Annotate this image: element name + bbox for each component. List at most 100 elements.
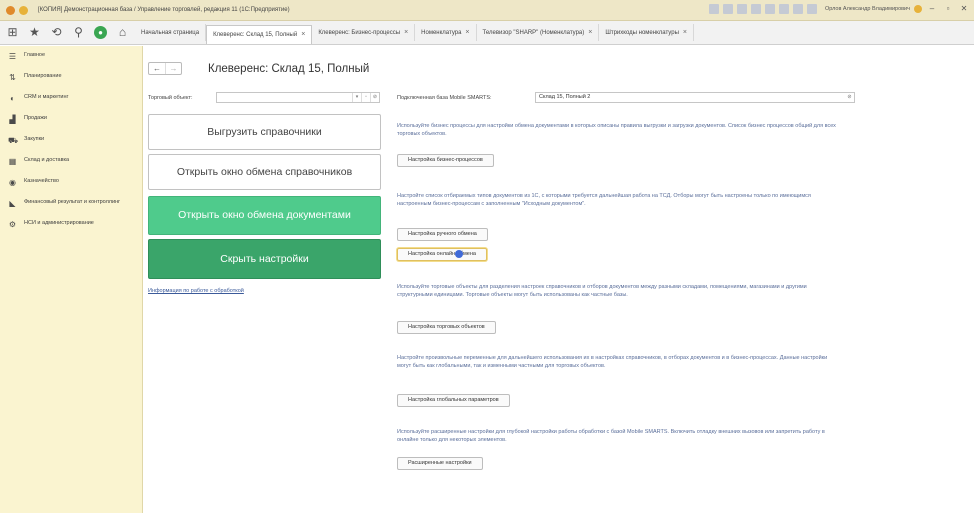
app-logo-icon[interactable] xyxy=(6,5,15,15)
apps-grid-icon[interactable]: ⊞ xyxy=(6,26,19,39)
section-description: Настройте произвольные переменные для да… xyxy=(397,355,828,369)
sidebar-item-sales[interactable]: ▟ Продажи xyxy=(0,109,142,130)
nav-buttons: ← → xyxy=(148,62,182,75)
sidebar-item-label: Казначейство xyxy=(24,178,59,184)
business-process-settings-button[interactable]: Настройка бизнес-процессов xyxy=(397,154,494,167)
forward-arrow-icon[interactable]: → xyxy=(165,63,181,74)
mouse-cursor-icon xyxy=(455,250,463,258)
button-label: Открыть окно обмена справочников xyxy=(176,165,353,178)
sidebar-item-label: Склад и доставка xyxy=(24,157,70,163)
toolbar-icon[interactable] xyxy=(806,4,817,14)
toolbar-icon[interactable] xyxy=(778,4,789,14)
section-description: Настройте список отбираемых типов докуме… xyxy=(397,193,811,207)
sidebar-item-label: Продажи xyxy=(24,115,47,121)
tab-business-processes[interactable]: Клеверенс: Бизнес-процессы × xyxy=(312,24,416,41)
toolbar-icon[interactable] xyxy=(722,4,733,14)
favorites-star-icon[interactable]: ★ xyxy=(28,26,41,39)
toolbar-icon[interactable] xyxy=(736,4,747,14)
db-field[interactable]: Склад 15, Полный 2 ⊘ xyxy=(535,92,855,103)
close-icon[interactable]: ✕ xyxy=(958,3,970,15)
tab-label: Клеверенс: Склад 15, Полный xyxy=(213,31,298,38)
treasury-icon: ◉ xyxy=(9,178,16,187)
warehouse-icon: ▦ xyxy=(8,157,17,166)
trade-object-label: Торговый объект: xyxy=(148,95,193,101)
history-icon[interactable]: ⟲ xyxy=(50,26,63,39)
global-params-settings-button[interactable]: Настройка глобальных параметров xyxy=(397,394,510,407)
sales-icon: ▟ xyxy=(9,115,16,124)
select-icon[interactable]: ▫ xyxy=(361,93,370,102)
sidebar-item-main[interactable]: ☰ Главное xyxy=(0,46,142,67)
toolbar-icon[interactable] xyxy=(708,4,719,14)
sidebar-item-crm[interactable]: ◐ CRM и маркетинг xyxy=(0,88,142,109)
export-catalogs-button[interactable]: Выгрузить справочники xyxy=(148,114,381,150)
online-exchange-settings-button[interactable]: Настройка онлайн-обмена xyxy=(397,248,487,261)
open-document-exchange-button[interactable]: Открыть окно обмена документами xyxy=(148,196,381,235)
window-title: [КОПИЯ] Демонстрационная база / Управлен… xyxy=(38,7,290,13)
sidebar-item-treasury[interactable]: ◉ Казначейство xyxy=(0,172,142,193)
sidebar-item-purchases[interactable]: ⛟ Закупки xyxy=(0,130,142,151)
toolbar-icon[interactable] xyxy=(750,4,761,14)
sections-sidebar: ☰ Главное ⇅ Планирование ◐ CRM и маркетинг … xyxy=(0,46,143,513)
current-user[interactable]: Орлов Александр Владимирович xyxy=(825,6,910,12)
close-tab-icon[interactable]: × xyxy=(465,29,469,36)
crm-icon: ◐ xyxy=(10,94,15,103)
back-arrow-icon[interactable]: ← xyxy=(149,63,165,74)
dropdown-icon[interactable]: ▾ xyxy=(352,93,361,102)
page-title: Клеверенс: Склад 15, Полный xyxy=(208,62,370,75)
planning-icon: ⇅ xyxy=(9,73,16,82)
sidebar-item-label: CRM и маркетинг xyxy=(24,94,69,100)
open-link-icon[interactable]: ⊘ xyxy=(370,93,379,102)
sidebar-item-admin[interactable]: ⚙ НСИ и администрирование xyxy=(0,214,142,235)
close-tab-icon[interactable]: × xyxy=(683,29,687,36)
sidebar-item-label: НСИ и администрирование xyxy=(24,220,94,226)
tab-label: Телевизор "SHARP" (Номенклатура) xyxy=(482,29,585,36)
button-label: Выгрузить справочники xyxy=(207,125,322,138)
app-menu-icon[interactable] xyxy=(19,5,28,15)
search-icon[interactable]: ⚲ xyxy=(72,26,85,39)
sidebar-item-warehouse[interactable]: ▦ Склад и доставка xyxy=(0,151,142,172)
button-label: Скрыть настройки xyxy=(220,252,309,265)
maximize-icon[interactable]: ▫ xyxy=(942,3,954,15)
sidebar-item-label: Финансовый результат и контроллинг xyxy=(24,199,121,205)
finance-icon: ◣ xyxy=(9,199,16,208)
section-description: Используйте бизнес процессы для настройк… xyxy=(397,123,836,137)
close-tab-icon[interactable]: × xyxy=(588,29,592,36)
tab-tv-sharp[interactable]: Телевизор "SHARP" (Номенклатура) × xyxy=(477,24,600,41)
trade-object-field[interactable]: ▾ ▫ ⊘ xyxy=(216,92,380,103)
open-catalog-exchange-button[interactable]: Открыть окно обмена справочников xyxy=(148,154,381,190)
info-link[interactable]: Информация по работе с обработкой xyxy=(148,288,244,294)
open-link-icon[interactable]: ⊘ xyxy=(845,93,854,102)
manual-exchange-settings-button[interactable]: Настройка ручного обмена xyxy=(397,228,488,241)
cart-icon: ⛟ xyxy=(8,136,19,145)
db-label: Подключенная база Mobile SMARTS: xyxy=(397,95,492,101)
sidebar-item-finance[interactable]: ◣ Финансовый результат и контроллинг xyxy=(0,193,142,214)
trade-objects-settings-button[interactable]: Настройка торговых объектов xyxy=(397,321,496,334)
notification-icon[interactable]: ● xyxy=(94,26,107,39)
tab-sklad15[interactable]: Клеверенс: Склад 15, Полный × xyxy=(206,24,313,44)
tab-nomenclature[interactable]: Номенклатура × xyxy=(415,24,477,41)
close-tab-icon[interactable]: × xyxy=(301,31,305,38)
home-icon[interactable]: ⌂ xyxy=(116,26,129,39)
sidebar-item-label: Планирование xyxy=(24,73,62,79)
hide-settings-button[interactable]: Скрыть настройки xyxy=(148,239,381,279)
close-tab-icon[interactable]: × xyxy=(404,29,408,36)
tab-label: Штрихкоды номенклатуры xyxy=(605,29,679,36)
sidebar-item-planning[interactable]: ⇅ Планирование xyxy=(0,67,142,88)
window-titlebar: [КОПИЯ] Демонстрационная база / Управлен… xyxy=(0,0,974,21)
tab-home[interactable]: Начальная страница xyxy=(135,24,207,41)
menu-icon: ☰ xyxy=(8,52,17,61)
main-content: ← → Клеверенс: Склад 15, Полный Торговый… xyxy=(143,46,974,513)
sidebar-item-label: Главное xyxy=(24,52,46,58)
minimize-icon[interactable]: – xyxy=(926,3,938,15)
toolbar-icon[interactable] xyxy=(764,4,775,14)
toolbar-icon[interactable] xyxy=(792,4,803,14)
tabs-bar: ⊞ ★ ⟲ ⚲ ● ⌂ Начальная страница Клеверенс… xyxy=(0,21,974,45)
settings-icon: ⚙ xyxy=(8,220,17,229)
tab-label: Номенклатура xyxy=(421,29,462,36)
info-icon[interactable] xyxy=(914,5,922,13)
advanced-settings-button[interactable]: Расширенные настройки xyxy=(397,457,483,470)
tab-barcodes[interactable]: Штрихкоды номенклатуры × xyxy=(599,24,694,41)
section-description: Используйте расширенные настройки для гл… xyxy=(397,429,825,443)
db-value: Склад 15, Полный 2 xyxy=(539,94,591,100)
button-label: Настройка онлайн-обмена xyxy=(408,251,476,257)
